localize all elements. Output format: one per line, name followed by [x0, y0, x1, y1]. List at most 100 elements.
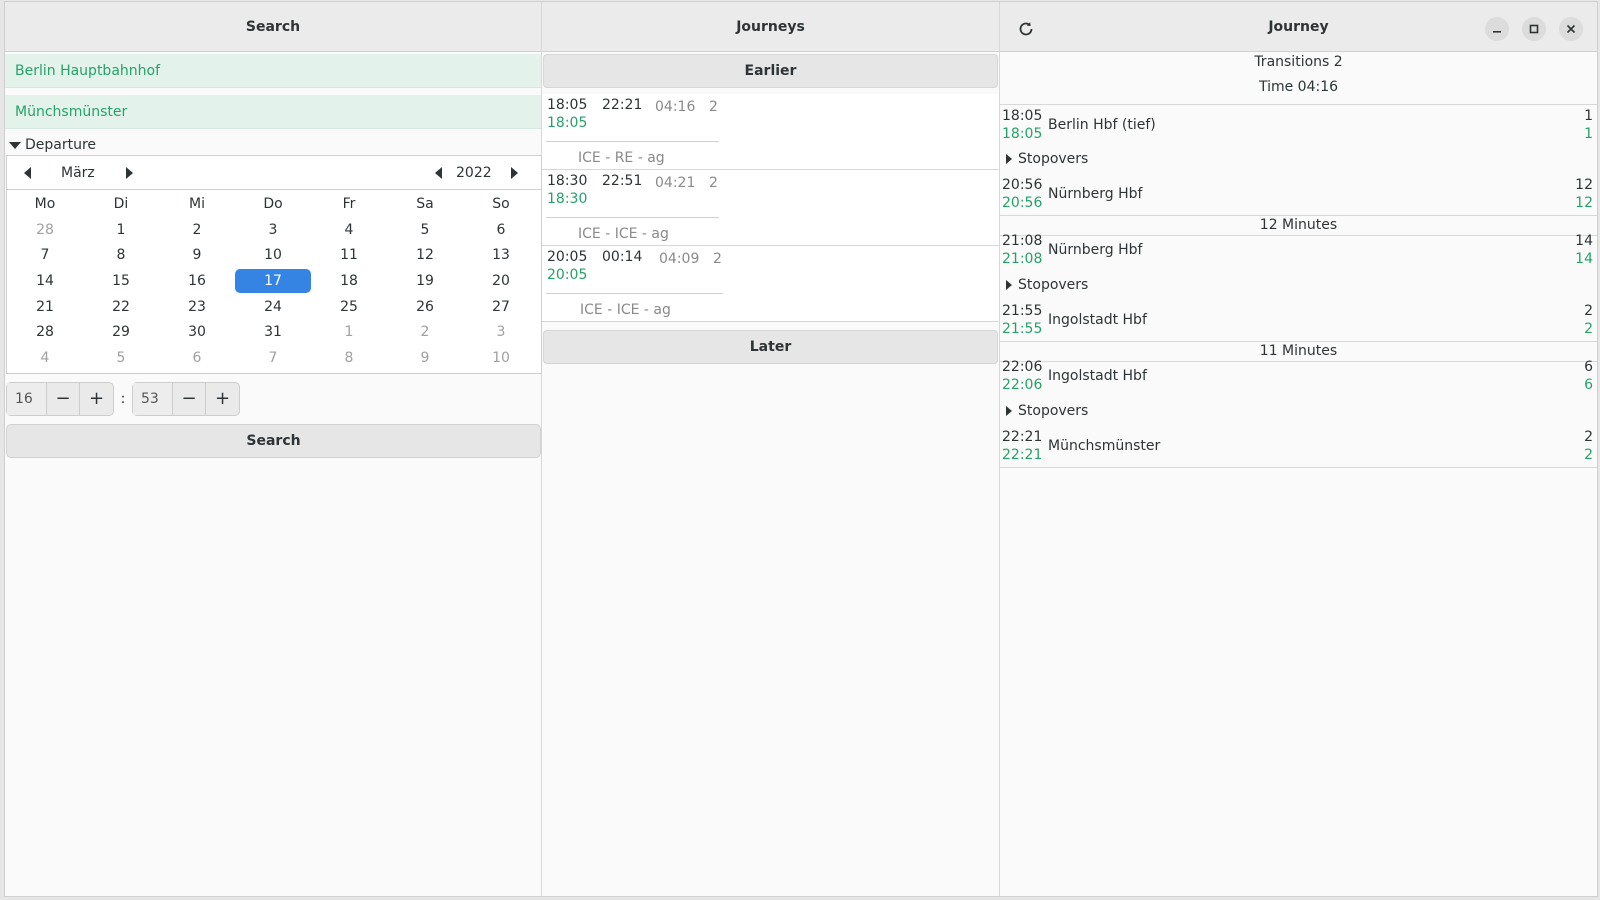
calendar-day[interactable]: 13 [463, 243, 539, 267]
calendar-day[interactable]: 1 [311, 320, 387, 344]
calendar-day[interactable]: 30 [159, 320, 235, 344]
next-month-button[interactable] [119, 164, 139, 182]
calendar-day[interactable]: 1 [83, 218, 159, 242]
stop-time-realtime: 22:21 [1002, 447, 1043, 463]
stop-time-realtime: 18:05 [1002, 126, 1043, 142]
hour-decrement-button[interactable]: − [47, 383, 80, 415]
journeys-title: Journeys [736, 18, 805, 35]
stop-time: 22:06 [1002, 359, 1043, 375]
journey-duration: 04:16 [655, 99, 696, 115]
origin-value: Berlin Hauptbahnhof [15, 62, 161, 79]
calendar-day[interactable]: 3 [463, 320, 539, 344]
calendar-day[interactable]: 2 [387, 320, 463, 344]
calendar-day[interactable]: 31 [235, 320, 311, 344]
destination-input[interactable]: Münchsmünster [5, 95, 541, 129]
journeys-pane: Journeys Earlier 18:05 18:05 22:21 04:16… [542, 2, 1000, 896]
minute-increment-button[interactable]: + [206, 383, 239, 415]
stopovers-label: Stopovers [1018, 277, 1089, 293]
journey-pane: Journey Transitions 2 Time 04:16 18:05 1… [1000, 2, 1597, 896]
calendar-day[interactable]: 8 [83, 243, 159, 267]
calendar-day[interactable]: 18 [311, 269, 387, 293]
stop-time-realtime: 21:55 [1002, 321, 1043, 337]
journey-transitions: 2 [709, 175, 718, 191]
hour-increment-button[interactable]: + [80, 383, 113, 415]
search-title: Search [245, 18, 301, 35]
time-picker: 16 − + : 53 − + [6, 382, 240, 416]
calendar-day[interactable]: 21 [7, 295, 83, 319]
prev-year-button[interactable] [428, 164, 448, 182]
stop-row: 21:08 21:08 Nürnberg Hbf 14 14 [1000, 230, 1597, 272]
earlier-button[interactable]: Earlier [543, 54, 998, 88]
next-year-button[interactable] [504, 164, 524, 182]
calendar-day[interactable]: 23 [159, 295, 235, 319]
calendar-day[interactable]: 5 [83, 346, 159, 370]
maximize-button[interactable] [1522, 17, 1546, 41]
calendar-day[interactable]: 7 [7, 243, 83, 267]
weekday-label: Sa [416, 195, 434, 212]
minute-spinner: 53 − + [132, 382, 240, 416]
close-button[interactable] [1559, 17, 1583, 41]
calendar-day[interactable]: 28 [7, 218, 83, 242]
calendar-day[interactable]: 28 [7, 320, 83, 344]
calendar-day[interactable]: 16 [159, 269, 235, 293]
stop-row: 20:56 20:56 Nürnberg Hbf 12 12 [1000, 174, 1597, 216]
calendar-day[interactable]: 6 [159, 346, 235, 370]
calendar-day[interactable]: 2 [159, 218, 235, 242]
calendar-day[interactable]: 9 [387, 346, 463, 370]
calendar-day[interactable]: 10 [463, 346, 539, 370]
stop-row: 22:21 22:21 Münchsmünster 2 2 [1000, 426, 1597, 468]
calendar-day[interactable]: 27 [463, 295, 539, 319]
calendar-day[interactable]: 9 [159, 243, 235, 267]
calendar-day[interactable]: 4 [311, 218, 387, 242]
stopovers-expander[interactable]: Stopovers [1006, 403, 1088, 419]
calendar-day[interactable]: 3 [235, 218, 311, 242]
destination-value: Münchsmünster [15, 103, 128, 120]
calendar-day[interactable]: 8 [311, 346, 387, 370]
calendar-day[interactable]: 14 [7, 269, 83, 293]
journey-duration: 04:09 [659, 251, 700, 267]
calendar-day[interactable]: 11 [311, 243, 387, 267]
stopovers-expander[interactable]: Stopovers [1006, 277, 1088, 293]
stop-time-realtime: 20:56 [1002, 195, 1043, 211]
calendar-day[interactable]: 17 [235, 268, 311, 293]
stop-platform-realtime: 12 [1575, 195, 1593, 211]
minute-decrement-button[interactable]: − [173, 383, 206, 415]
minute-value[interactable]: 53 [133, 383, 173, 415]
arrow-left-icon [23, 167, 31, 179]
journey-row[interactable]: 18:30 18:30 22:51 04:21 2 ICE - ICE - ag [542, 170, 999, 246]
calendar-day[interactable]: 10 [235, 243, 311, 267]
calendar-grid: Mo Di Mi Do Fr Sa So 28 1 2 3 4 5 6 7 8 9 10 11 12 13 14 15 16 1… [7, 191, 541, 371]
hour-spinner: 16 − + [6, 382, 114, 416]
calendar-day[interactable]: 25 [311, 295, 387, 319]
calendar-day[interactable]: 12 [387, 243, 463, 267]
stopovers-expander[interactable]: Stopovers [1006, 151, 1088, 167]
calendar-day[interactable]: 24 [235, 295, 311, 319]
journey-row[interactable]: 20:05 20:05 00:14 04:09 2 ICE - ICE - ag [542, 246, 999, 322]
arrow-right-icon [125, 167, 133, 179]
calendar-day[interactable]: 26 [387, 295, 463, 319]
origin-input[interactable]: Berlin Hauptbahnhof [5, 54, 541, 88]
calendar-day[interactable]: 5 [387, 218, 463, 242]
calendar-day[interactable]: 6 [463, 218, 539, 242]
minimize-button[interactable] [1485, 17, 1509, 41]
later-button[interactable]: Later [543, 330, 998, 364]
prev-month-button[interactable] [17, 164, 37, 182]
calendar-day[interactable]: 29 [83, 320, 159, 344]
search-button[interactable]: Search [6, 424, 541, 458]
calendar-day[interactable]: 4 [7, 346, 83, 370]
calendar-day[interactable]: 19 [387, 269, 463, 293]
journey-trains: ICE - ICE - ag [580, 302, 671, 318]
calendar-day[interactable]: 15 [83, 269, 159, 293]
hour-value[interactable]: 16 [7, 383, 47, 415]
journey-transitions: 2 [713, 251, 722, 267]
stop-time: 21:08 [1002, 233, 1043, 249]
departure-expander[interactable]: Departure [9, 137, 96, 153]
calendar-day[interactable]: 20 [463, 269, 539, 293]
search-header: Search [5, 2, 541, 52]
expander-arrow-icon [1006, 154, 1012, 164]
calendar-day[interactable]: 7 [235, 346, 311, 370]
calendar-day[interactable]: 22 [83, 295, 159, 319]
refresh-icon[interactable] [1015, 18, 1037, 40]
journey-row[interactable]: 18:05 18:05 22:21 04:16 2 ICE - RE - ag [542, 94, 999, 170]
stop-row: 22:06 22:06 Ingolstadt Hbf 6 6 [1000, 356, 1597, 398]
